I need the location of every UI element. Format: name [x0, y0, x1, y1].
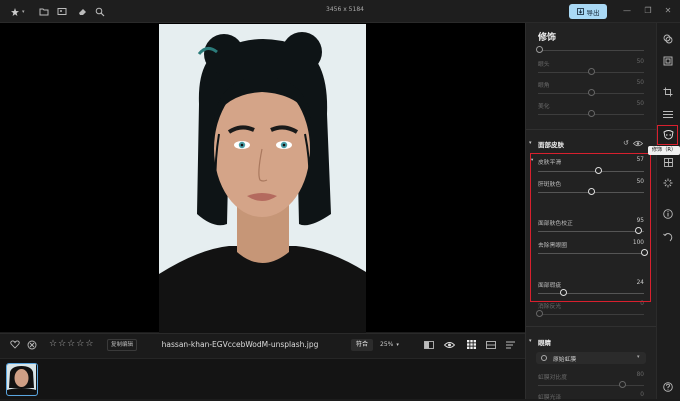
export-button[interactable]: 导出 — [569, 4, 607, 19]
compare-icon[interactable] — [424, 341, 434, 351]
image-icon[interactable] — [55, 5, 68, 18]
highlight-box — [657, 125, 678, 145]
filename: hassan-khan-EGVccebWodM-unsplash.jpg — [161, 340, 319, 349]
section-title-eyes[interactable]: 眼睛 — [538, 337, 551, 347]
slider-label: 虹膜光泽 — [538, 395, 562, 401]
effects-icon[interactable] — [660, 176, 676, 190]
folder-icon[interactable] — [37, 5, 50, 18]
crop-icon[interactable] — [660, 85, 676, 99]
slider-track[interactable] — [538, 314, 644, 315]
export-label: 导出 — [586, 8, 600, 17]
star-rating[interactable]: ☆ ☆ ☆ ☆ ☆ — [49, 339, 93, 349]
slider-label: 眼头 — [538, 62, 550, 68]
chevron-down-icon[interactable]: ▾ — [529, 338, 532, 344]
reset-icon[interactable]: ↺ — [623, 139, 629, 147]
iris-select-label: 原始虹膜 — [553, 357, 577, 363]
tooltip: 修饰（R） — [648, 146, 680, 155]
chevron-down-icon[interactable]: ▾ — [22, 9, 25, 15]
slider-label: 眼角 — [538, 83, 550, 89]
image-dimensions: 3456 x 5184 — [326, 6, 364, 13]
star-icon[interactable]: ☆ — [85, 339, 93, 349]
filmstrip-icon[interactable] — [486, 341, 496, 351]
slider-knob[interactable] — [588, 110, 595, 117]
slider-label: 虹膜对比度 — [538, 375, 567, 381]
layers-icon[interactable] — [660, 54, 676, 68]
menu-icon[interactable] — [506, 341, 515, 351]
history-icon[interactable] — [660, 230, 676, 244]
eraser-icon[interactable] — [75, 5, 88, 18]
slider-value: 50 — [636, 80, 644, 86]
zoom-icon[interactable] — [93, 5, 106, 18]
help-icon[interactable] — [660, 380, 676, 394]
panel-title: 修饰 — [538, 33, 557, 43]
slider-label: 美化 — [538, 104, 550, 110]
star-icon[interactable] — [8, 5, 21, 18]
export-icon — [576, 8, 584, 15]
star-icon[interactable]: ☆ — [49, 339, 57, 349]
chevron-down-icon: ▾ — [396, 342, 399, 348]
iris-icon — [541, 355, 547, 361]
slider-knob[interactable] — [619, 381, 626, 388]
minimize-icon[interactable]: — — [621, 5, 633, 17]
slider-knob[interactable] — [588, 68, 595, 75]
iris-select[interactable]: 原始虹膜 ▾ — [536, 352, 646, 364]
slider-value: 0 — [640, 392, 644, 398]
fit-button[interactable]: 符合 — [351, 339, 373, 351]
close-icon[interactable]: ✕ — [662, 5, 674, 17]
reject-icon[interactable] — [27, 340, 37, 352]
star-icon[interactable]: ☆ — [58, 339, 66, 349]
slider-knob[interactable] — [536, 310, 543, 317]
slider-track[interactable] — [538, 385, 644, 386]
info-icon[interactable] — [660, 207, 676, 221]
thumbnail[interactable] — [6, 363, 38, 396]
slider-knob[interactable] — [536, 46, 543, 53]
filmstrip — [0, 358, 525, 399]
heart-icon[interactable] — [10, 340, 20, 351]
copy-edit-button[interactable]: 复制编辑 — [107, 339, 138, 351]
star-icon[interactable]: ☆ — [67, 339, 75, 349]
portrait-photo — [159, 24, 366, 333]
chevron-down-icon[interactable]: ▾ — [529, 140, 532, 146]
zoom-value: 25% — [380, 341, 394, 348]
eye-icon[interactable] — [632, 140, 644, 149]
slider-value: 50 — [636, 59, 644, 65]
slider-track[interactable] — [538, 50, 644, 51]
star-icon[interactable]: ☆ — [76, 339, 84, 349]
eye-icon[interactable] — [443, 341, 456, 351]
slider-label: 消除反光 — [538, 304, 562, 310]
section-title-face-skin[interactable]: 面部皮肤 — [538, 139, 564, 149]
divider — [526, 326, 656, 327]
chevron-down-icon: ▾ — [637, 354, 640, 360]
grid-icon[interactable] — [467, 340, 476, 351]
slider-value: 80 — [636, 372, 644, 378]
divider — [526, 129, 656, 130]
slider-knob[interactable] — [588, 89, 595, 96]
grid-tool-icon[interactable] — [660, 155, 676, 169]
restore-icon[interactable]: ❐ — [642, 5, 654, 17]
zoom-select[interactable]: 25% ▾ — [380, 339, 410, 351]
slider-value: 50 — [636, 101, 644, 107]
adjust-icon[interactable] — [660, 107, 676, 121]
highlight-box — [530, 153, 651, 302]
presets-icon[interactable] — [660, 32, 676, 46]
